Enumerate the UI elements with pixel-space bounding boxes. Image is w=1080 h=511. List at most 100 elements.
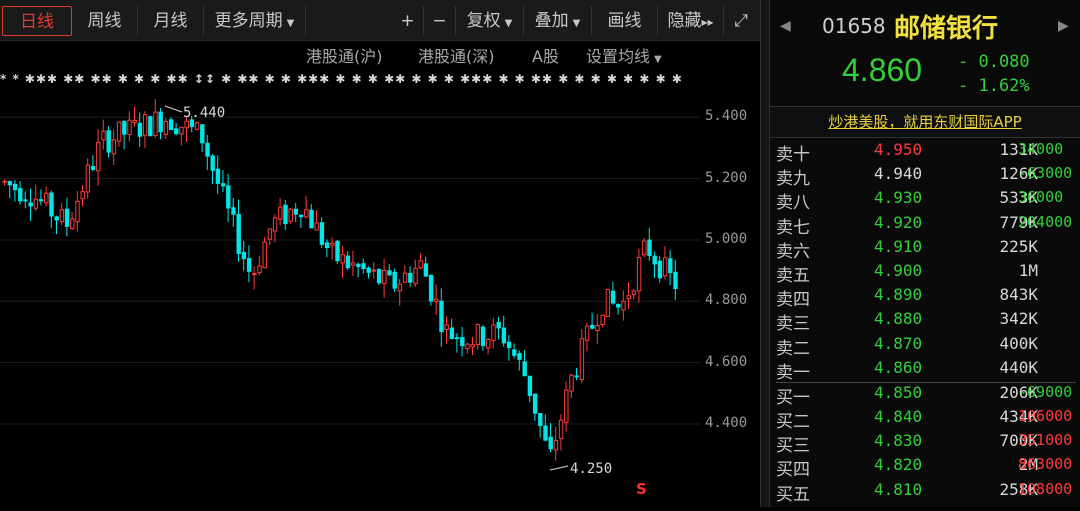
order-book-row[interactable]: 卖三 4.880 342K [776,309,1076,334]
candle-body [527,375,533,396]
candle-body [309,209,314,229]
order-book-row[interactable]: 卖一 4.860 440K [776,358,1076,383]
candle-body [636,257,642,292]
hide-button[interactable]: 隐藏▸▸ [658,6,724,36]
zoom-out-button[interactable]: − [424,6,456,36]
order-book-row[interactable]: 卖九 4.940 126K -63000 [776,164,1076,189]
candle-body [246,258,252,272]
order-book-row[interactable]: 卖四 4.890 843K [776,285,1076,310]
candle-body [174,128,179,135]
level-label: 买五 [776,484,810,505]
order-book-row[interactable]: 卖八 4.930 533K 36000 [776,188,1076,213]
panel-divider[interactable] [760,0,770,507]
candle-body [335,240,340,262]
order-book-row[interactable]: 卖五 4.900 1M [776,261,1076,286]
candle-body [501,327,507,344]
candle-body [38,199,44,202]
order-book-row[interactable]: 卖六 4.910 225K [776,236,1076,262]
order-book-row[interactable]: 买一 4.850 206K -69000 [776,382,1076,408]
candlestick-chart[interactable] [0,88,760,507]
tab-monthly[interactable]: 月线 [138,6,204,36]
y-tick-label: 5.000 [705,230,748,247]
hk-sz-link[interactable]: 港股通(深) [418,44,495,70]
candle-body [288,208,293,222]
candle-body [226,185,231,209]
change-percent: - 1.62% [958,76,1030,96]
candle-body [90,166,96,170]
zoom-in-button[interactable]: + [392,6,424,36]
level-price: 4.920 [874,212,923,232]
candle-body [361,263,366,270]
overlay-dropdown[interactable]: 叠加 ▼ [524,6,592,36]
candle-body [7,181,13,186]
prev-stock-icon[interactable]: ◀ [780,18,791,34]
candle-body [163,121,169,135]
a-share-link[interactable]: A股 [532,44,559,70]
adjust-dropdown[interactable]: 复权 ▼ [456,6,524,36]
level-price: 4.840 [874,407,923,427]
fullscreen-icon[interactable]: ⤢ [724,6,758,36]
level-volume: 342K [999,309,1038,329]
candle-body [137,122,143,137]
candle-body [569,374,574,392]
tab-daily[interactable]: 日线 [2,6,72,36]
event-markers: * * ✱✱✱ ✱✱ ✱✱ ✱ ✱ ✱ ✱✱ ↕↕ ✱ ✱✱ ✱ ✱ ✱✱✱ ✱… [0,72,690,86]
level-label: 卖五 [776,265,810,286]
order-book-row[interactable]: 买二 4.840 434K 106000 [776,407,1076,433]
tab-weekly[interactable]: 周线 [72,6,138,36]
candle-body [397,283,403,292]
candle-body [553,440,559,451]
candle-body [366,267,371,273]
level-price: 4.870 [874,333,923,353]
high-annotation: 5.440 [183,105,226,121]
candle-body [96,141,101,172]
promo-banner[interactable]: 炒港美股，就用东财国际APP [770,106,1080,138]
level-price: 4.850 [874,382,923,402]
level-label: 买四 [776,460,810,481]
candle-body [101,130,106,141]
candle-body [662,257,668,277]
candle-body [475,324,481,345]
candle-body [402,272,408,283]
candle-body [75,200,80,223]
chevron-down-icon: ▼ [286,18,295,29]
chevron-down-icon: ▼ [654,54,662,65]
y-tick-label: 4.600 [705,353,748,370]
candle-body [548,436,553,450]
candle-body [444,324,449,331]
order-book: 卖十 4.950 131K 34000 卖九 4.940 126K -63000 卖八 4.930… [776,140,1076,505]
candle-body [470,344,475,348]
more-periods-dropdown[interactable]: 更多周期 ▼ [204,6,306,36]
dividend-s-icon[interactable]: S [636,480,647,498]
candle-body [148,116,153,137]
candle-body [642,240,647,256]
order-book-row[interactable]: 卖七 4.920 779K 204000 [776,212,1076,238]
order-book-row[interactable]: 卖十 4.950 131K 34000 [776,140,1076,165]
candle-body [595,324,600,331]
candle-body [408,272,413,283]
candle-body [200,124,205,144]
candle-body [480,326,486,347]
draw-line-button[interactable]: 画线 [592,6,658,36]
candle-body [486,338,491,349]
order-book-row[interactable]: 卖二 4.870 400K [776,333,1076,359]
candle-body [33,198,39,209]
candle-body [517,353,522,360]
candle-body [111,139,117,155]
candle-body [522,361,527,377]
candle-body [231,207,236,215]
level-label: 买二 [776,412,810,433]
order-book-row[interactable]: 买五 4.810 258K 108000 [776,480,1076,505]
chevron-down-icon: ▼ [504,18,513,29]
candle-body [298,214,304,218]
order-book-row[interactable]: 买四 4.820 2M 863000 [776,455,1076,481]
candle-body [621,300,626,311]
hk-sh-link[interactable]: 港股通(沪) [306,44,383,70]
order-book-row[interactable]: 买三 4.830 700K 351000 [776,431,1076,456]
ma-settings-dropdown[interactable]: 设置均线 ▼ [586,44,662,70]
level-volume: 225K [999,236,1038,256]
candle-body [532,393,538,414]
next-stock-icon[interactable]: ▶ [1058,18,1069,34]
high-pointer [164,105,183,113]
level-change: 34000 [1018,140,1064,158]
